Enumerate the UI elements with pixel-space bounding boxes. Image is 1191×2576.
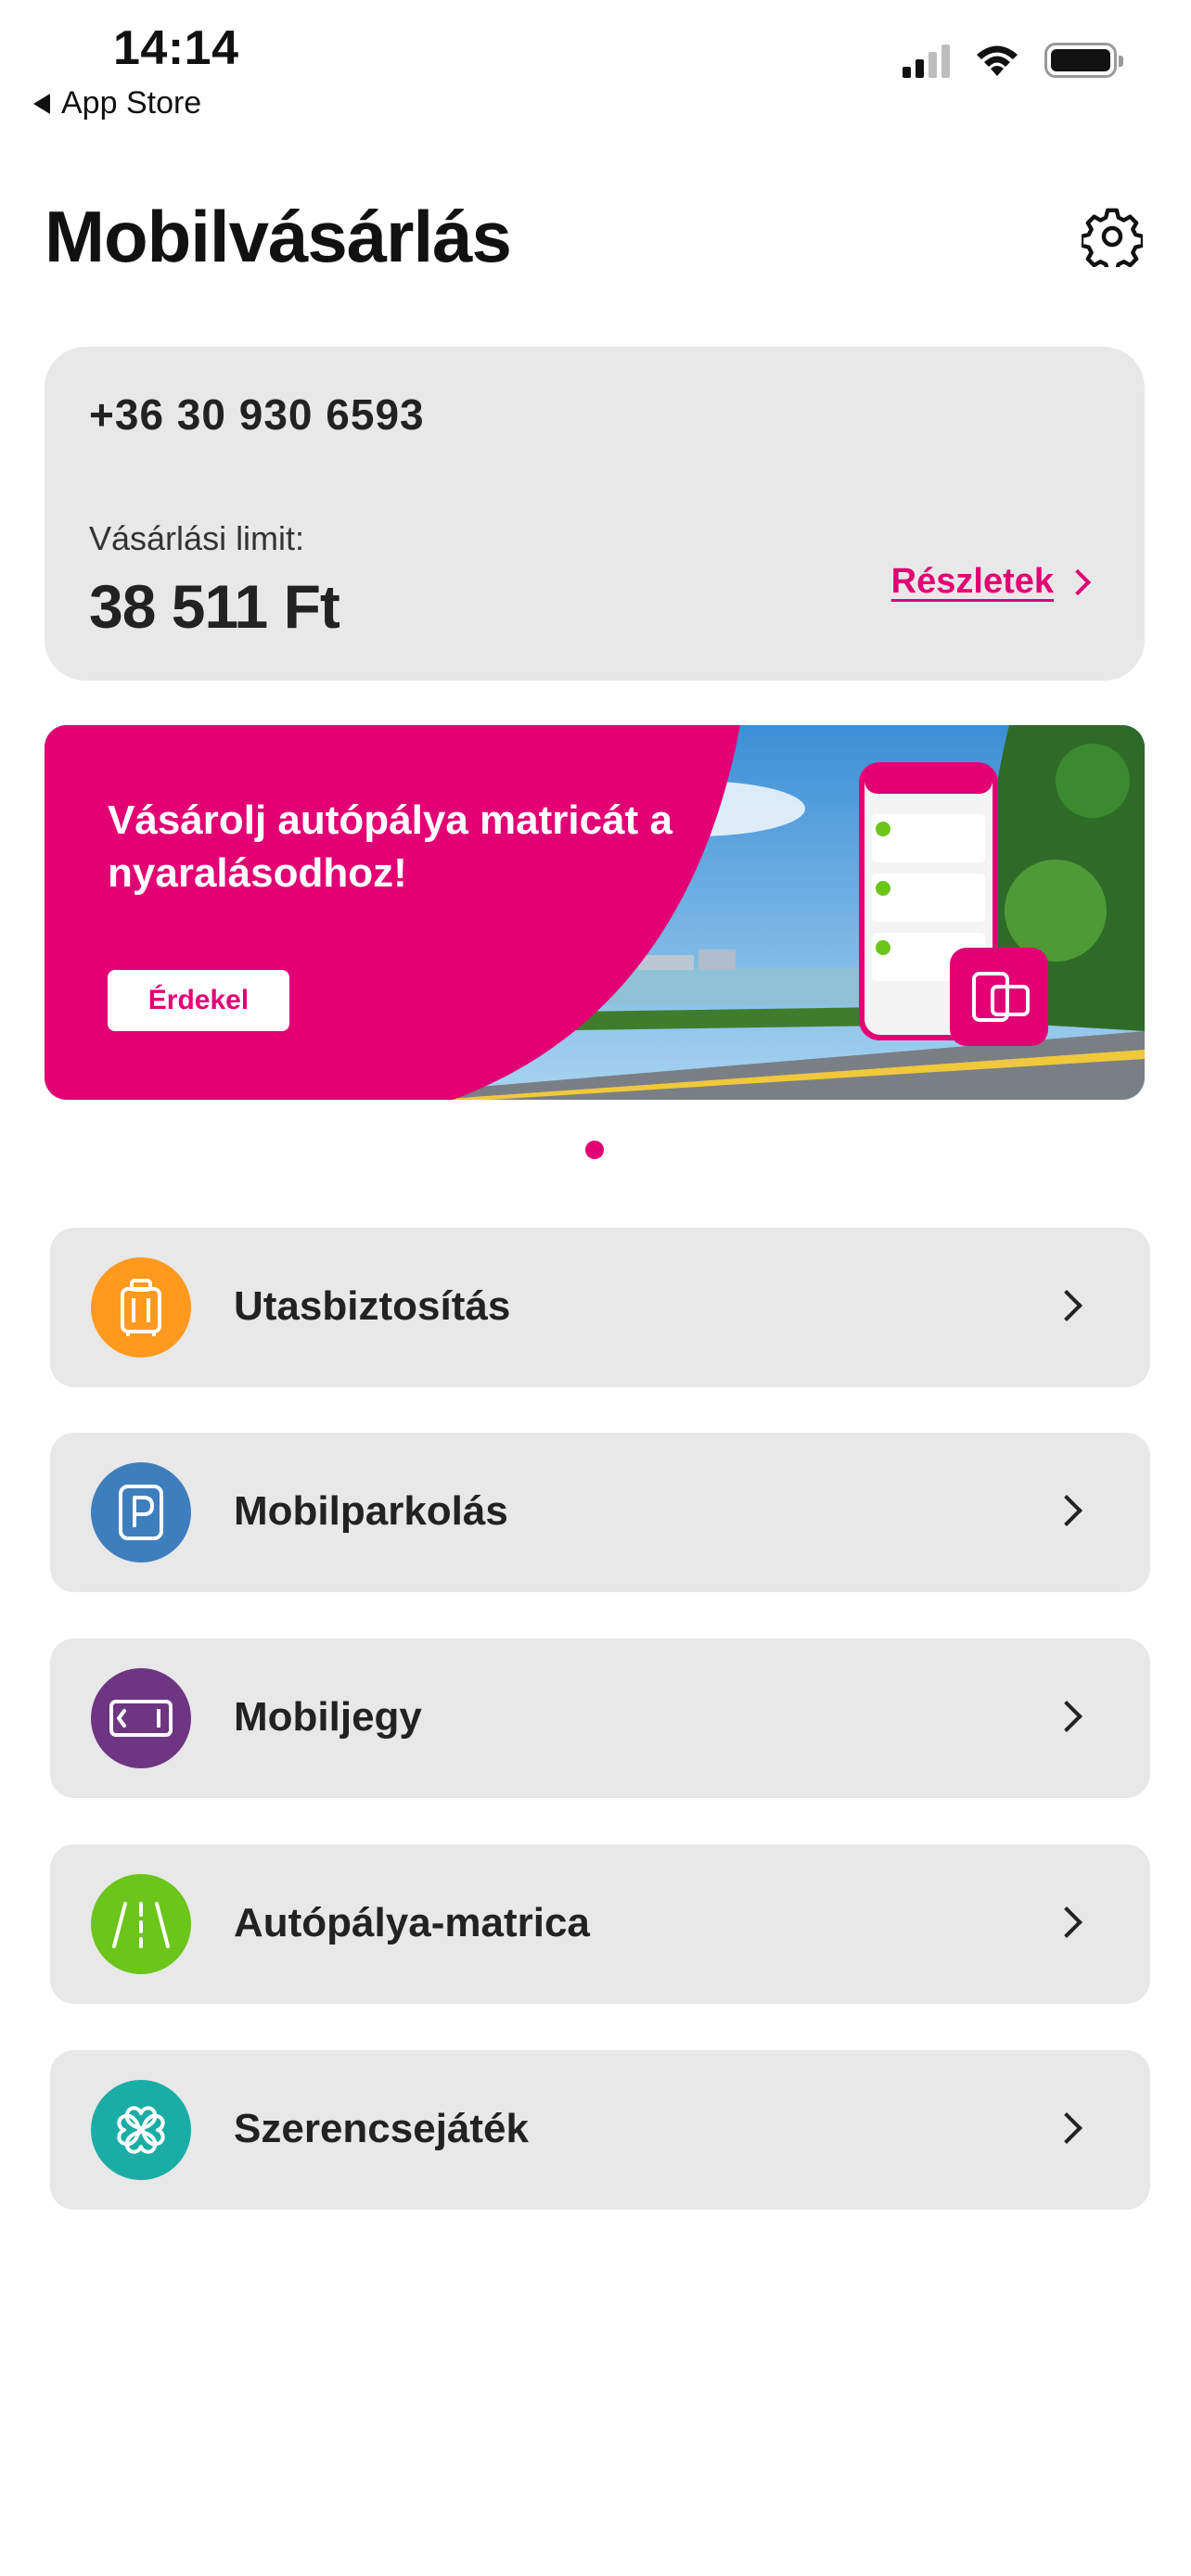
carousel-page-indicator[interactable] <box>585 1141 604 1159</box>
menu-item-travel-insurance[interactable]: Utasbiztosítás <box>50 1228 1150 1387</box>
battery-icon <box>1044 43 1123 78</box>
wifi-icon <box>977 45 1018 76</box>
menu-item-label: Mobilparkolás <box>234 1488 508 1534</box>
interested-button[interactable]: Érdekel <box>108 970 289 1031</box>
purchase-limit-value: 38 511 Ft <box>89 572 340 641</box>
chevron-right-icon <box>1051 1906 1082 1938</box>
menu-item-mobile-ticket[interactable]: Mobiljegy <box>50 1639 1150 1798</box>
back-to-app-store-link[interactable]: App Store <box>33 85 201 121</box>
chevron-right-icon <box>1051 1290 1082 1321</box>
chevron-right-icon <box>1064 568 1092 596</box>
chevron-right-icon <box>1051 2112 1082 2144</box>
luggage-icon <box>91 1257 191 1358</box>
page-title: Mobilvásárlás <box>45 196 512 277</box>
details-link[interactable]: Részletek <box>891 562 1054 602</box>
chevron-right-icon <box>1051 1495 1082 1526</box>
back-arrow-icon <box>33 93 50 114</box>
ticket-icon <box>91 1668 191 1768</box>
gear-icon[interactable] <box>1082 206 1143 267</box>
clover-icon <box>91 2080 191 2180</box>
phone-number: +36 30 930 6593 <box>89 390 425 439</box>
chevron-right-icon <box>1051 1701 1082 1732</box>
menu-item-label: Utasbiztosítás <box>234 1283 511 1329</box>
menu-item-label: Mobiljegy <box>234 1694 422 1740</box>
promo-banner[interactable]: Vásárolj autópálya matricát a nyaralásod… <box>45 725 1145 1100</box>
menu-item-mobile-parking[interactable]: Mobilparkolás <box>50 1433 1150 1592</box>
menu-item-highway-vignette[interactable]: Autópálya-matrica <box>50 1844 1150 2004</box>
menu-item-label: Autópálya-matrica <box>234 1900 590 1945</box>
menu-item-gambling[interactable]: Szerencsejáték <box>50 2050 1150 2210</box>
status-time: 14:14 <box>113 21 239 75</box>
highway-scene-illustration <box>45 725 1145 1100</box>
status-icons <box>903 43 1123 78</box>
purchase-limit-label: Vásárlási limit: <box>89 519 305 557</box>
banner-title: Vásárolj autópálya matricát a nyaralásod… <box>108 797 672 897</box>
highway-icon <box>91 1874 191 1974</box>
account-card: +36 30 930 6593 Vásárlási limit: 38 511 … <box>45 347 1145 681</box>
cellular-signal-icon <box>903 43 950 78</box>
menu-item-label: Szerencsejáték <box>234 2106 529 2151</box>
parking-icon <box>91 1462 191 1562</box>
back-label: App Store <box>61 85 202 121</box>
